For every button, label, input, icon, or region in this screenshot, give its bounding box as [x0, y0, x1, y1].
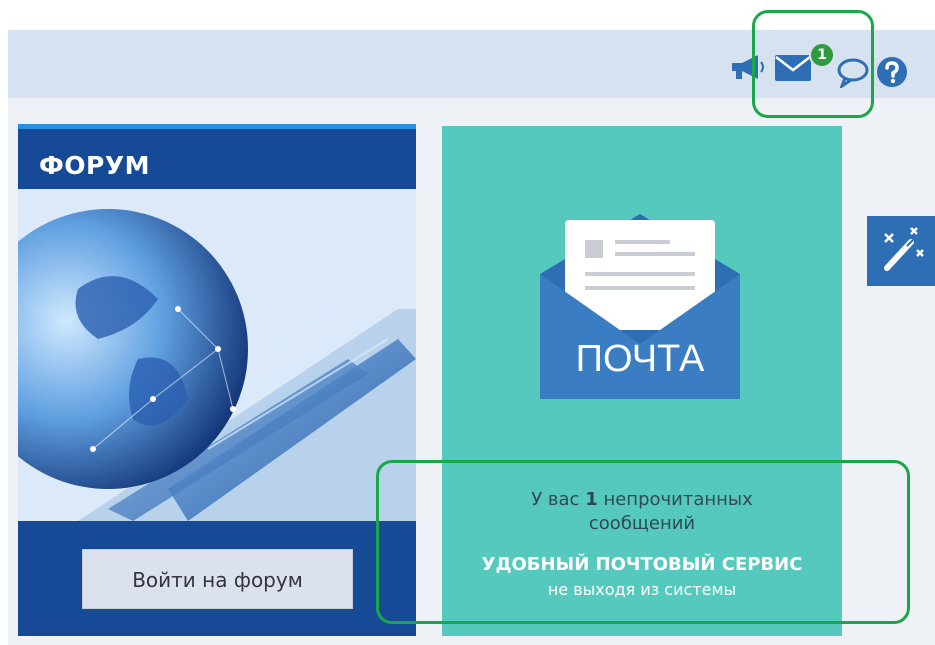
help-icon[interactable]	[875, 55, 909, 89]
magic-wand-icon	[884, 227, 924, 271]
enter-forum-button[interactable]: Войти на форум	[82, 549, 353, 609]
highlight-icons-frame	[752, 10, 874, 118]
highlight-mail-info-frame	[376, 460, 910, 624]
forum-title: ФОРУМ	[39, 151, 151, 180]
mail-card-title: ПОЧТА	[575, 338, 705, 380]
magic-tools-button[interactable]	[867, 216, 935, 286]
forum-card[interactable]: ФОРУМ Войти на форум	[18, 124, 416, 636]
globe-laptop-image	[18, 189, 416, 521]
